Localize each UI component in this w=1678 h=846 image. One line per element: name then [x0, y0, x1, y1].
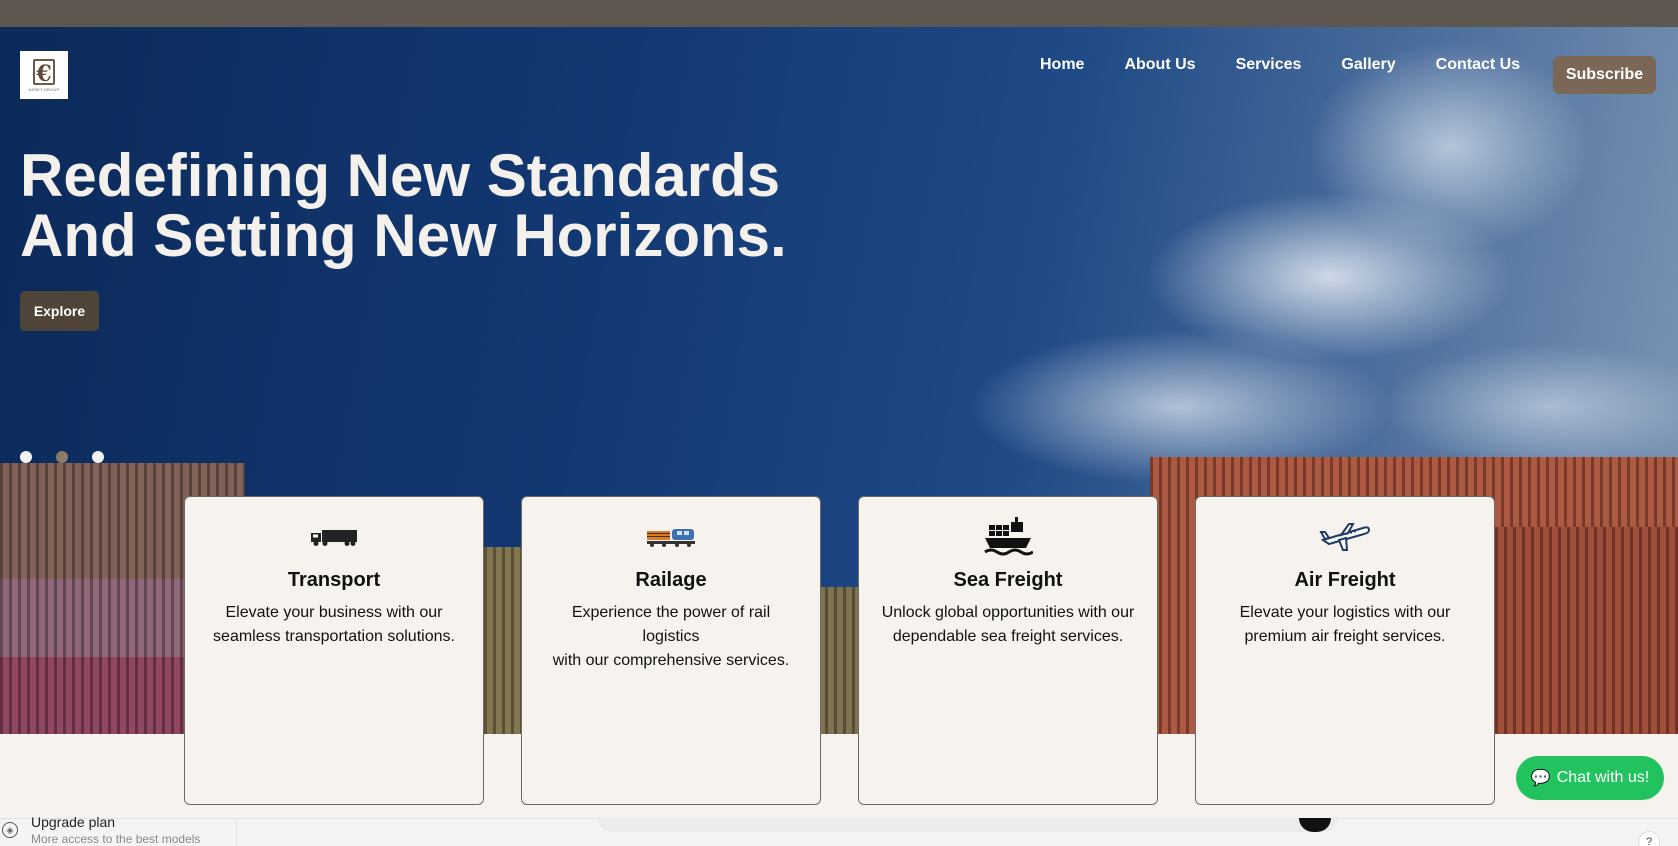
chat-label: Chat with us! [1556, 769, 1650, 786]
nav-home[interactable]: Home [1040, 56, 1084, 74]
hero-headline-line1: Redefining New Standards [20, 142, 781, 209]
airplane-icon [1196, 517, 1494, 557]
service-card-railage[interactable]: Railage Experience the power of rail log… [521, 496, 821, 805]
nav-services[interactable]: Services [1236, 56, 1302, 74]
service-title: Transport [287, 569, 381, 591]
train-icon [522, 517, 820, 557]
sidebar-divider [236, 818, 237, 846]
ship-icon [859, 517, 1157, 557]
services-cards: Transport Elevate your business with our… [184, 496, 1495, 805]
service-title: Air Freight [1294, 569, 1396, 591]
service-description: Elevate your logistics with our premium … [1239, 604, 1451, 645]
nav-about-us[interactable]: About Us [1124, 56, 1195, 74]
hero-headline: Redefining New Standards And Setting New… [20, 146, 787, 266]
explore-button[interactable]: Explore [20, 291, 99, 331]
upgrade-icon[interactable]: ◈ [2, 822, 18, 838]
service-description: Elevate your business with our seamless … [213, 604, 455, 645]
service-card-transport[interactable]: Transport Elevate your business with our… [184, 496, 484, 805]
browser-top-strip [0, 0, 1678, 27]
container-stack-left-bottom [0, 657, 200, 734]
hero-headline-line2: And Setting New Horizons. [20, 202, 787, 269]
main-nav: Home About Us Services Gallery Contact U… [1040, 56, 1560, 74]
slider-dot-2[interactable] [56, 451, 68, 463]
service-description: Unlock global opportunities with our dep… [881, 604, 1135, 645]
subscribe-button[interactable]: Subscribe [1553, 56, 1656, 94]
upgrade-plan-title[interactable]: Upgrade plan [31, 814, 115, 830]
logo-mark-icon: € [33, 58, 55, 87]
help-icon[interactable]: ? [1638, 831, 1660, 846]
overlay-input-bar[interactable] [598, 818, 1338, 832]
chat-button[interactable]: 💬 Chat with us! [1516, 756, 1664, 800]
service-description: Experience the power of rail logistics w… [552, 604, 790, 669]
slider-dot-1[interactable] [20, 451, 32, 463]
logo-text: ASSET GROUP [28, 86, 60, 92]
truck-icon [185, 517, 483, 557]
slider-dots [20, 451, 104, 463]
nav-contact-us[interactable]: Contact Us [1436, 56, 1520, 74]
chat-bubble-icon: 💬 [1530, 770, 1551, 787]
upgrade-plan-subtitle: More access to the best models [31, 832, 201, 846]
service-card-air-freight[interactable]: Air Freight Elevate your logistics with … [1195, 496, 1495, 805]
site-logo[interactable]: € ASSET GROUP [20, 51, 68, 99]
nav-gallery[interactable]: Gallery [1341, 56, 1395, 74]
service-title: Sea Freight [953, 569, 1063, 591]
service-card-sea-freight[interactable]: Sea Freight Unlock global opportunities … [858, 496, 1158, 805]
service-title: Railage [635, 569, 707, 591]
slider-dot-3[interactable] [92, 451, 104, 463]
